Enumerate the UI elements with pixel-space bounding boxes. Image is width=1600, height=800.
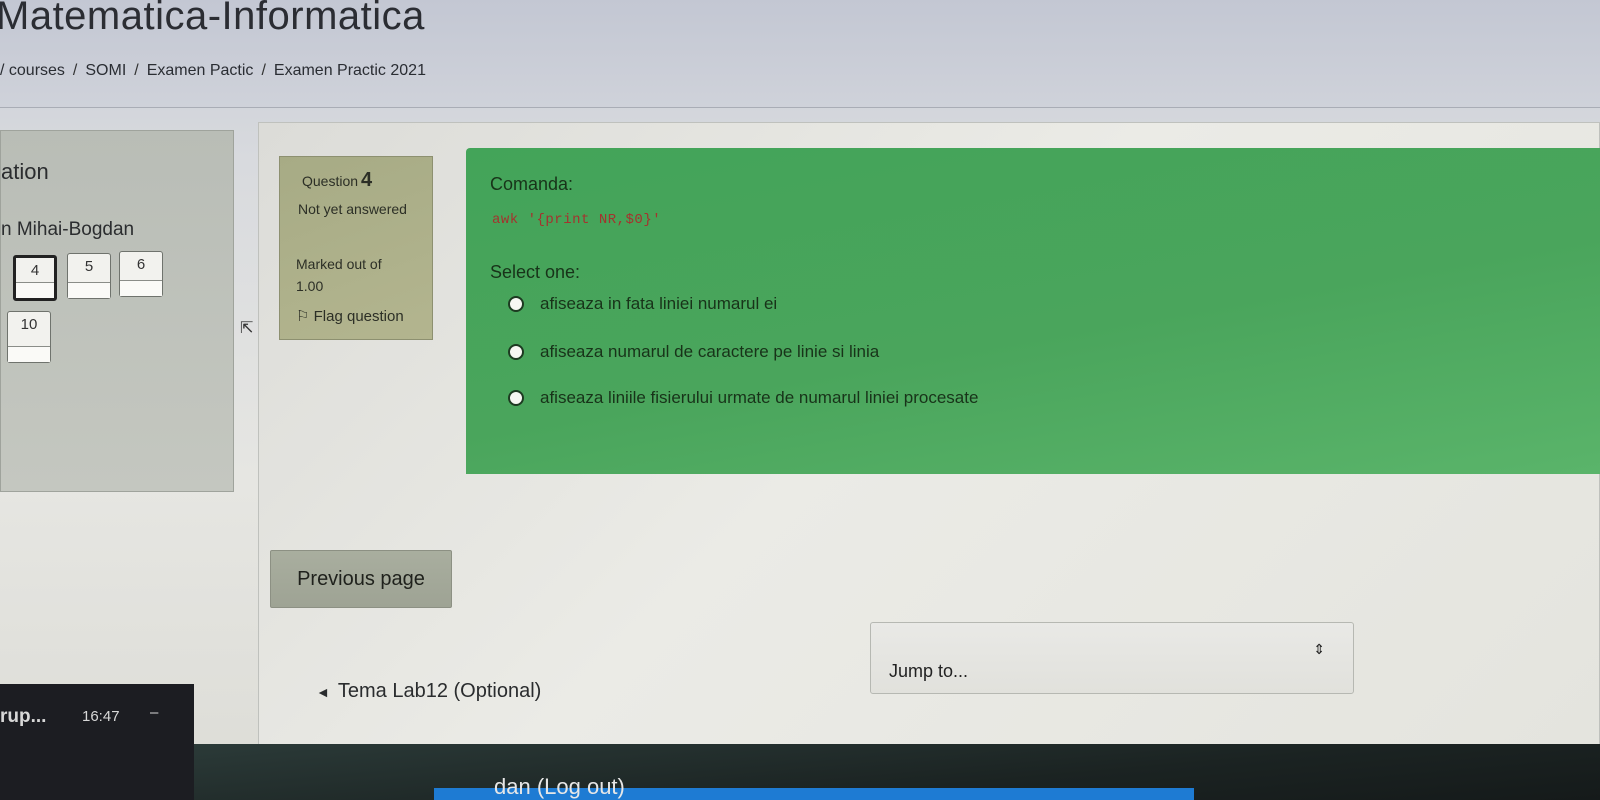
radio-button[interactable] xyxy=(508,296,524,312)
jump-to-select[interactable]: Jump to... ⇕ xyxy=(870,622,1354,694)
quiz-nav-button-status xyxy=(68,282,110,298)
marked-value: 1.00 xyxy=(296,278,324,294)
breadcrumb-separator: / xyxy=(261,62,266,79)
left-arrow-icon: ◄ xyxy=(316,684,330,700)
breadcrumb-separator: / xyxy=(134,62,139,79)
breadcrumb-examen-pactic[interactable]: Examen Pactic xyxy=(147,62,254,80)
flag-icon: ⚐ xyxy=(296,308,310,325)
breadcrumb: / courses / SOMI / Examen Pactic / Exame… xyxy=(0,62,426,80)
quiz-navigation-title: ation xyxy=(1,159,49,184)
logout-link[interactable]: dan (Log out) xyxy=(494,774,625,800)
quiz-nav-button-5[interactable]: 5 xyxy=(67,253,111,299)
quiz-nav-button-status xyxy=(16,282,54,298)
radio-button[interactable] xyxy=(508,344,524,360)
quiz-nav-button-label: 6 xyxy=(136,256,146,273)
quiz-nav-button-label: 5 xyxy=(84,258,94,275)
quiz-nav-button-label: 4 xyxy=(30,262,40,279)
page-footer: dan (Log out) xyxy=(194,744,1600,800)
taskbar: rup... 16:47 – xyxy=(0,684,194,800)
quiz-user-name: n Mihai-Bogdan xyxy=(1,219,135,240)
breadcrumb-somi[interactable]: SOMI xyxy=(85,62,126,80)
question-grade: Marked out of 1.00 xyxy=(296,253,416,297)
quiz-nav-button-6[interactable]: 6 xyxy=(119,251,163,297)
quiz-nav-button-label: 10 xyxy=(20,316,38,333)
question-info-box: Question 4 Not yet answered Marked out of… xyxy=(279,156,433,340)
question-content-box: Comanda: awk '{print NR,$0}' Select one:… xyxy=(466,148,1600,474)
radio-button[interactable] xyxy=(508,390,524,406)
question-code: awk '{print NR,$0}' xyxy=(492,212,662,228)
jump-to-label: Jump to... xyxy=(889,661,969,681)
question-label: Question xyxy=(302,173,359,189)
quiz-nav-button-4[interactable]: 4 xyxy=(13,255,57,301)
taskbar-clock: 16:47 xyxy=(82,708,120,725)
page-header: Matematica-Informatica / courses / SOMI … xyxy=(0,0,1600,108)
question-number: Question 4 xyxy=(302,169,372,192)
previous-activity-link[interactable]: ◄ Tema Lab12 (Optional) xyxy=(316,680,541,703)
previous-activity-label: Tema Lab12 (Optional) xyxy=(337,680,542,702)
answer-option-3[interactable]: afiseaza liniile fisierului urmate de nu… xyxy=(508,388,978,408)
quiz-nav-button-status xyxy=(8,346,50,362)
select-arrows-icon: ⇕ xyxy=(1313,641,1325,657)
answer-option-label: afiseaza numarul de caractere pe linie s… xyxy=(540,342,880,361)
breadcrumb-separator: / xyxy=(72,62,78,79)
question-state: Not yet answered xyxy=(298,201,407,217)
question-number-value: 4 xyxy=(361,169,373,191)
answer-option-label: afiseaza liniile fisierului urmate de nu… xyxy=(540,388,979,407)
select-one-prompt: Select one: xyxy=(490,262,581,282)
mouse-cursor-icon: ⇱ xyxy=(240,320,254,337)
flag-question-label: Flag question xyxy=(313,308,404,325)
course-title: Matematica-Informatica xyxy=(0,0,425,38)
previous-page-button[interactable]: Previous page xyxy=(270,550,452,608)
answer-option-2[interactable]: afiseaza numarul de caractere pe linie s… xyxy=(508,342,879,362)
marked-label: Marked out of xyxy=(296,256,382,272)
quiz-nav-button-status xyxy=(120,280,162,296)
breadcrumb-courses[interactable]: / courses xyxy=(0,62,65,80)
question-text: Comanda: xyxy=(490,174,574,194)
breadcrumb-examen-practic-2021[interactable]: Examen Practic 2021 xyxy=(274,62,426,80)
answer-option-label: afiseaza in fata liniei numarul ei xyxy=(540,294,778,313)
answer-option-1[interactable]: afiseaza in fata liniei numarul ei xyxy=(508,294,777,314)
taskbar-item[interactable]: rup... xyxy=(0,706,46,728)
taskbar-dash: – xyxy=(150,704,159,721)
quiz-navigation-block: ation n Mihai-Bogdan 4 5 6 10 xyxy=(0,130,234,492)
quiz-nav-button-10[interactable]: 10 xyxy=(7,311,51,363)
flag-question-link[interactable]: ⚐ Flag question xyxy=(296,307,404,325)
